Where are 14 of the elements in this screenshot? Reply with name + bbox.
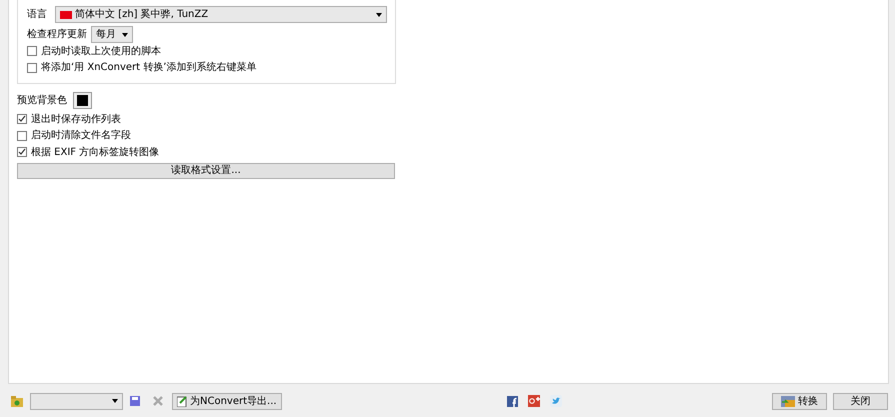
read-format-button[interactable]: 读取格式设置... bbox=[17, 162, 395, 178]
checkbox-label: 将添加‘用 XnConvert 转换’添加到系统右键菜单 bbox=[41, 60, 256, 76]
language-dropdown[interactable]: 简体中文 [zh] 奚中骅, TunZZ bbox=[55, 6, 387, 23]
language-label: 语言 bbox=[27, 8, 47, 22]
export-button[interactable]: 为NConvert导出... bbox=[172, 392, 282, 410]
checkbox-label: 启动时清除文件名字段 bbox=[31, 128, 131, 144]
checkbox-label: 启动时读取上次使用的脚本 bbox=[41, 44, 161, 59]
checkbox-label: 退出时保存动作列表 bbox=[31, 112, 121, 127]
checkbox-label: 根据 EXIF 方向标签旋转图像 bbox=[31, 146, 160, 160]
update-dropdown[interactable]: 每月 bbox=[91, 26, 133, 43]
convert-button[interactable]: 转换 bbox=[772, 392, 827, 410]
update-label: 检查程序更新 bbox=[27, 28, 87, 42]
close-button[interactable]: 关闭 bbox=[833, 392, 888, 410]
preview-background-label: 预览背景色 bbox=[17, 94, 67, 108]
